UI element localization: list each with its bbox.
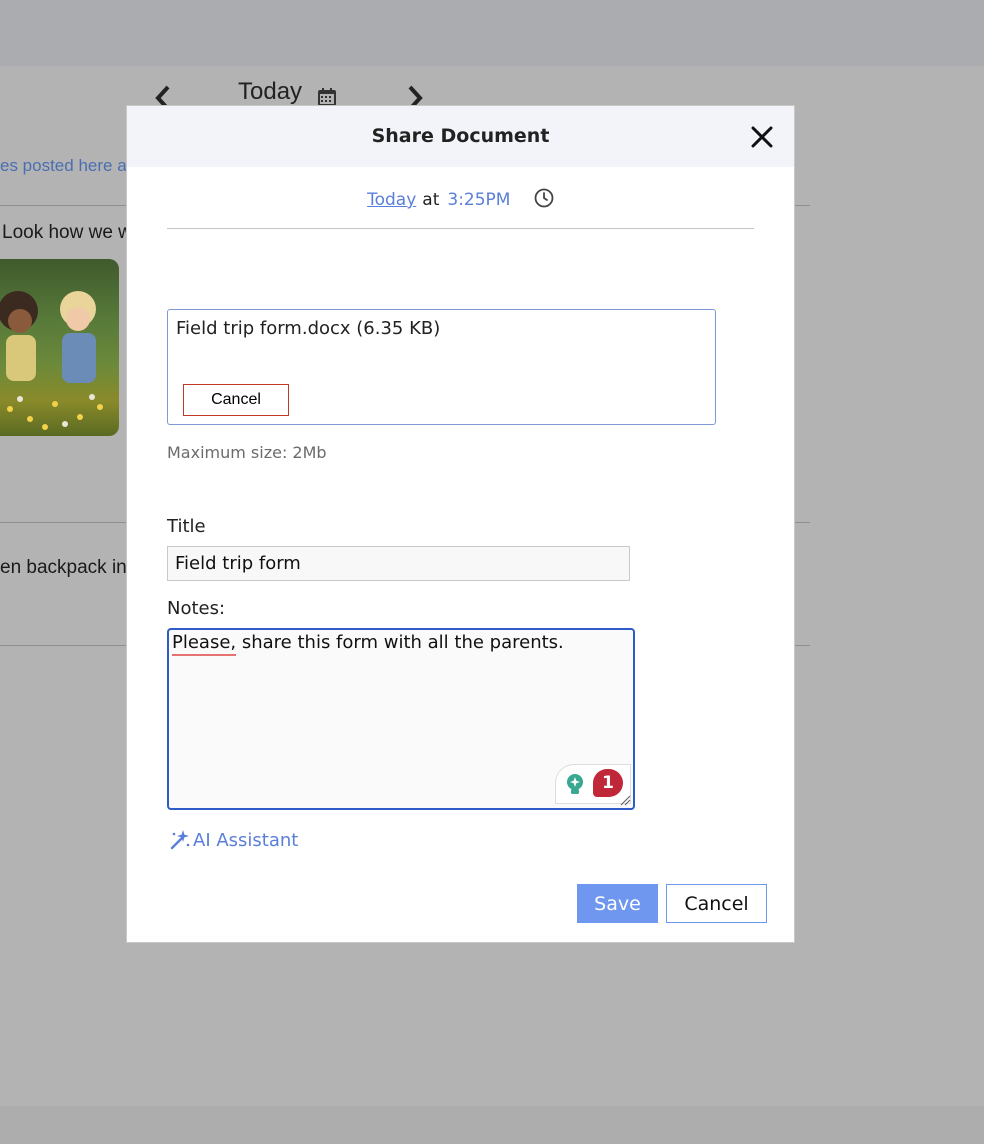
dialog-header: Share Document xyxy=(127,106,794,167)
save-button[interactable]: Save xyxy=(577,884,658,923)
date-title: Today xyxy=(238,78,303,105)
calendar-icon[interactable] xyxy=(317,87,337,107)
top-bar xyxy=(0,0,984,66)
file-name: Field trip form.docx (6.35 KB) xyxy=(176,318,441,339)
title-label: Title xyxy=(167,516,206,537)
children-photo-illustration xyxy=(0,291,103,430)
notes-textarea[interactable]: Please, share this form with all the par… xyxy=(167,628,635,810)
title-input[interactable] xyxy=(167,546,630,581)
date-link[interactable]: Today xyxy=(367,190,416,210)
post-photo[interactable] xyxy=(0,259,119,436)
ai-assistant-label: AI Assistant xyxy=(193,830,299,851)
notes-label: Notes: xyxy=(167,598,226,619)
grammarly-count-badge: 1 xyxy=(593,769,623,797)
divider xyxy=(167,228,754,229)
cancel-upload-button[interactable]: Cancel xyxy=(183,384,289,416)
max-size-hint: Maximum size: 2Mb xyxy=(167,443,327,462)
bottom-bar xyxy=(0,1106,984,1144)
post-text: en backpack in xyxy=(0,557,127,578)
close-icon[interactable] xyxy=(749,124,775,150)
file-upload-box: Field trip form.docx (6.35 KB) Cancel xyxy=(167,309,716,425)
resize-handle-icon[interactable] xyxy=(619,794,631,806)
background-link[interactable]: es posted here ar xyxy=(0,156,132,176)
dialog-title: Share Document xyxy=(371,125,550,147)
notes-text: Please, share this form with all the par… xyxy=(172,632,564,653)
datetime-row: Today at 3:25PM xyxy=(127,188,794,210)
post-text: Look how we w xyxy=(2,222,132,243)
magic-wand-icon xyxy=(170,830,190,850)
cancel-button[interactable]: Cancel xyxy=(666,884,767,923)
at-label: at xyxy=(422,190,440,210)
time-link[interactable]: 3:25PM xyxy=(447,190,510,210)
ai-assistant-link[interactable]: AI Assistant xyxy=(169,828,298,851)
lightbulb-icon xyxy=(567,774,583,794)
clock-icon[interactable] xyxy=(534,188,554,208)
share-document-dialog: Share Document Today at 3:25PM Field trip … xyxy=(127,106,794,942)
spellcheck-underline xyxy=(172,654,236,656)
